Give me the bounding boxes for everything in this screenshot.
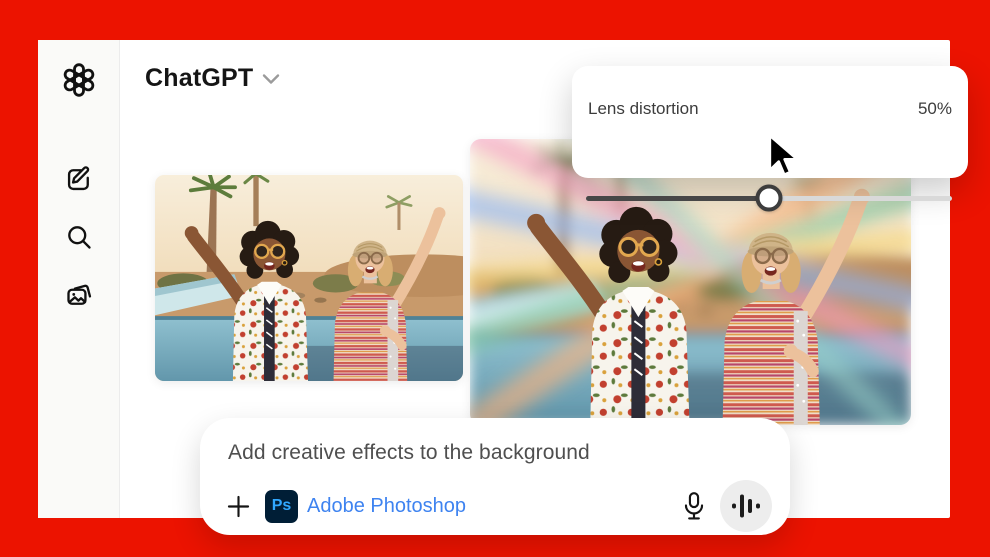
plus-icon xyxy=(227,495,249,517)
lens-distortion-panel: Lens distortion 50% xyxy=(572,66,968,212)
slider-thumb[interactable] xyxy=(755,184,783,212)
composer-toolbar: Ps Adobe Photoshop xyxy=(222,480,772,532)
composer[interactable]: Add creative effects to the background P… xyxy=(200,418,790,535)
marketing-frame: ChatGPT Lens distortion 50% Add creative… xyxy=(0,0,990,557)
model-switcher[interactable]: ChatGPT xyxy=(145,64,280,93)
openai-logo xyxy=(60,61,98,99)
photoshop-app-icon[interactable]: Ps xyxy=(265,489,298,523)
prompt-text[interactable]: Add creative effects to the background xyxy=(228,441,590,465)
lens-distortion-label: Lens distortion xyxy=(588,99,699,118)
lens-panel-header: Lens distortion 50% xyxy=(588,99,952,119)
microphone-icon xyxy=(684,492,704,520)
edited-photo xyxy=(470,139,911,425)
lens-distortion-value: 50% xyxy=(917,99,952,118)
library-icon[interactable] xyxy=(60,276,98,314)
voice-mode-button[interactable] xyxy=(720,480,772,532)
dictate-button[interactable] xyxy=(677,489,711,523)
search-icon[interactable] xyxy=(60,218,98,256)
lens-distortion-slider[interactable] xyxy=(586,184,952,212)
original-photo xyxy=(155,175,463,381)
chevron-down-icon xyxy=(263,73,280,84)
page-title: ChatGPT xyxy=(145,64,254,92)
attach-button[interactable] xyxy=(222,490,254,522)
ps-badge-label: Ps xyxy=(271,497,292,514)
sidebar xyxy=(38,40,120,518)
waveform-icon xyxy=(732,494,760,518)
slider-fill xyxy=(586,196,769,201)
photoshop-app-link[interactable]: Adobe Photoshop xyxy=(307,495,466,518)
new-chat-icon[interactable] xyxy=(60,160,98,198)
